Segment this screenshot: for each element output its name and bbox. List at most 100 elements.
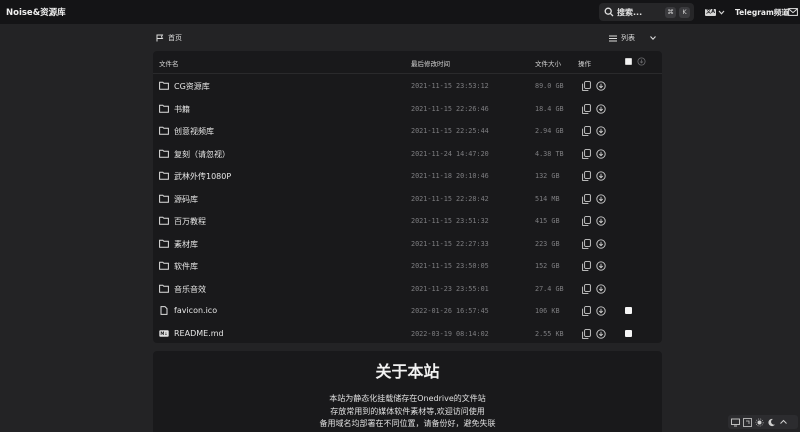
file-modified: 2021-11-15 22:28:42 <box>411 194 489 203</box>
copy-link-icon[interactable] <box>582 81 591 91</box>
table-row[interactable]: 素材库 2021-11-15 22:27:33 223 GB <box>153 233 662 256</box>
copy-link-icon[interactable] <box>582 148 591 159</box>
file-modified: 2021-11-15 23:53:12 <box>411 82 489 90</box>
download-icon[interactable] <box>596 171 606 181</box>
file-name[interactable]: 素材库 <box>174 239 198 250</box>
download-icon[interactable] <box>596 328 606 339</box>
col-header-actions: 操作 <box>578 60 591 68</box>
breadcrumb-home[interactable]: 首页 <box>168 33 182 43</box>
table-row[interactable]: 源码库 2021-11-15 22:28:42 514 MB <box>153 188 662 211</box>
file-modified: 2022-01-26 16:57:45 <box>411 307 489 315</box>
table-row[interactable]: 百万教程 2021-11-15 23:51:32 415 GB <box>153 210 662 233</box>
copy-link-icon[interactable] <box>582 193 591 204</box>
copy-link-icon[interactable] <box>582 216 591 226</box>
file-name[interactable]: CG资源库 <box>174 81 210 92</box>
download-icon[interactable] <box>596 216 606 226</box>
search-box[interactable]: 搜索... ⌘ K <box>599 3 694 21</box>
file-name[interactable]: 音乐音效 <box>174 284 206 295</box>
shortcut-key-k: K <box>679 7 690 18</box>
col-header-modified[interactable]: 最后修改时间 <box>411 58 450 68</box>
download-icon[interactable] <box>596 238 606 249</box>
file-modified: 2022-03-19 08:14:02 <box>411 329 489 338</box>
chevron-down-icon[interactable] <box>649 34 657 42</box>
list-icon <box>609 35 617 41</box>
download-icon[interactable] <box>596 283 606 294</box>
file-size: 152 GB <box>535 262 560 270</box>
copy-link-icon[interactable] <box>582 171 591 181</box>
file-modified: 2021-11-15 23:51:32 <box>411 217 489 225</box>
file-name[interactable]: 百万教程 <box>174 216 206 227</box>
copy-link-icon[interactable] <box>582 126 591 136</box>
table-row[interactable]: 武林外传1080P 2021-11-18 20:10:46 132 GB <box>153 165 662 188</box>
download-selected-icon[interactable] <box>637 57 646 66</box>
file-name[interactable]: 武林外传1080P <box>174 171 231 182</box>
file-size: 27.4 GB <box>535 284 564 293</box>
view-mode-select[interactable]: 列表 <box>609 33 635 43</box>
search-label: 搜索... <box>617 8 643 17</box>
folder-icon <box>159 284 169 293</box>
file-listing: 首页 列表 文件名 最后修改时间 文件大小 操作 CG资源库 2021-11-1… <box>153 27 662 343</box>
breadcrumb[interactable]: 首页 <box>156 33 182 43</box>
select-all-checkbox[interactable] <box>625 58 632 65</box>
download-icon[interactable] <box>596 148 606 159</box>
file-table: 文件名 最后修改时间 文件大小 操作 CG资源库 2021-11-15 23:53… <box>153 51 662 343</box>
file-name[interactable]: favicon.ico <box>174 306 217 315</box>
file-name[interactable]: 创意视频库 <box>174 126 214 137</box>
file-modified: 2021-11-15 22:25:44 <box>411 127 489 135</box>
arrow-up-icon[interactable] <box>779 418 788 427</box>
row-checkbox[interactable] <box>625 329 632 337</box>
moon-icon[interactable] <box>767 418 776 427</box>
sun-icon[interactable] <box>755 418 764 427</box>
folder-icon <box>159 194 169 203</box>
download-icon[interactable] <box>596 126 606 136</box>
col-header-size[interactable]: 文件大小 <box>535 58 561 68</box>
table-header: 文件名 最后修改时间 文件大小 操作 <box>153 51 662 74</box>
download-icon[interactable] <box>596 81 606 91</box>
table-row[interactable]: 音乐音效 2021-11-23 23:55:01 27.4 GB <box>153 278 662 301</box>
mail-icon[interactable] <box>788 8 798 16</box>
expand-icon[interactable] <box>743 417 752 427</box>
table-row[interactable]: 书籍 2021-11-15 22:26:46 18.4 GB <box>153 98 662 121</box>
file-size: 2.55 KB <box>535 329 564 338</box>
svg-text:M↓: M↓ <box>160 331 167 336</box>
folder-icon <box>159 104 169 113</box>
copy-link-icon[interactable] <box>582 261 591 271</box>
file-modified: 2021-11-15 22:27:33 <box>411 239 489 248</box>
copy-link-icon[interactable] <box>582 328 591 339</box>
readme-line-2: 存放常用到的媒体软件素材等,欢迎访问使用 <box>330 406 485 416</box>
site-brand[interactable]: Noise&资源库 <box>6 6 66 18</box>
copy-link-icon[interactable] <box>582 283 591 294</box>
table-row[interactable]: CG资源库 2021-11-15 23:53:12 89.0 GB <box>153 75 662 98</box>
file-modified: 2021-11-24 14:47:20 <box>411 149 489 158</box>
chevron-down-icon <box>718 10 725 15</box>
copy-link-icon[interactable] <box>582 103 591 114</box>
folder-icon <box>159 126 169 135</box>
col-header-name[interactable]: 文件名 <box>159 58 179 68</box>
download-icon[interactable] <box>596 193 606 204</box>
download-icon[interactable] <box>596 306 606 316</box>
file-name[interactable]: 复刻（请忽视） <box>174 149 230 160</box>
table-row[interactable]: M↓ README.md 2022-03-19 08:14:02 2.55 KB <box>153 323 662 344</box>
file-size: 18.4 GB <box>535 104 564 113</box>
telegram-link[interactable]: Telegram频道 <box>735 7 789 18</box>
file-name[interactable]: 源码库 <box>174 194 198 205</box>
copy-link-icon[interactable] <box>582 306 591 316</box>
file-name[interactable]: README.md <box>174 329 224 338</box>
copy-link-icon[interactable] <box>582 238 591 249</box>
file-modified: 2021-11-18 20:10:46 <box>411 172 489 180</box>
download-icon[interactable] <box>596 261 606 271</box>
row-checkbox[interactable] <box>625 307 632 314</box>
monitor-icon[interactable] <box>731 418 740 427</box>
file-size: 2.94 GB <box>535 127 564 135</box>
table-row[interactable]: 软件库 2021-11-15 23:50:05 152 GB <box>153 255 662 278</box>
file-icon <box>160 306 168 315</box>
table-row[interactable]: 创意视频库 2021-11-15 22:25:44 2.94 GB <box>153 120 662 143</box>
file-name[interactable]: 软件库 <box>174 261 198 272</box>
language-switcher[interactable]: 文A <box>705 7 725 17</box>
table-row[interactable]: favicon.ico 2022-01-26 16:57:45 106 KB <box>153 300 662 323</box>
table-row[interactable]: 复刻（请忽视） 2021-11-24 14:47:20 4.38 TB <box>153 143 662 166</box>
translate-icon: 文A <box>705 8 716 16</box>
file-name[interactable]: 书籍 <box>174 104 190 115</box>
floating-toolbar <box>728 415 798 429</box>
download-icon[interactable] <box>596 103 606 114</box>
